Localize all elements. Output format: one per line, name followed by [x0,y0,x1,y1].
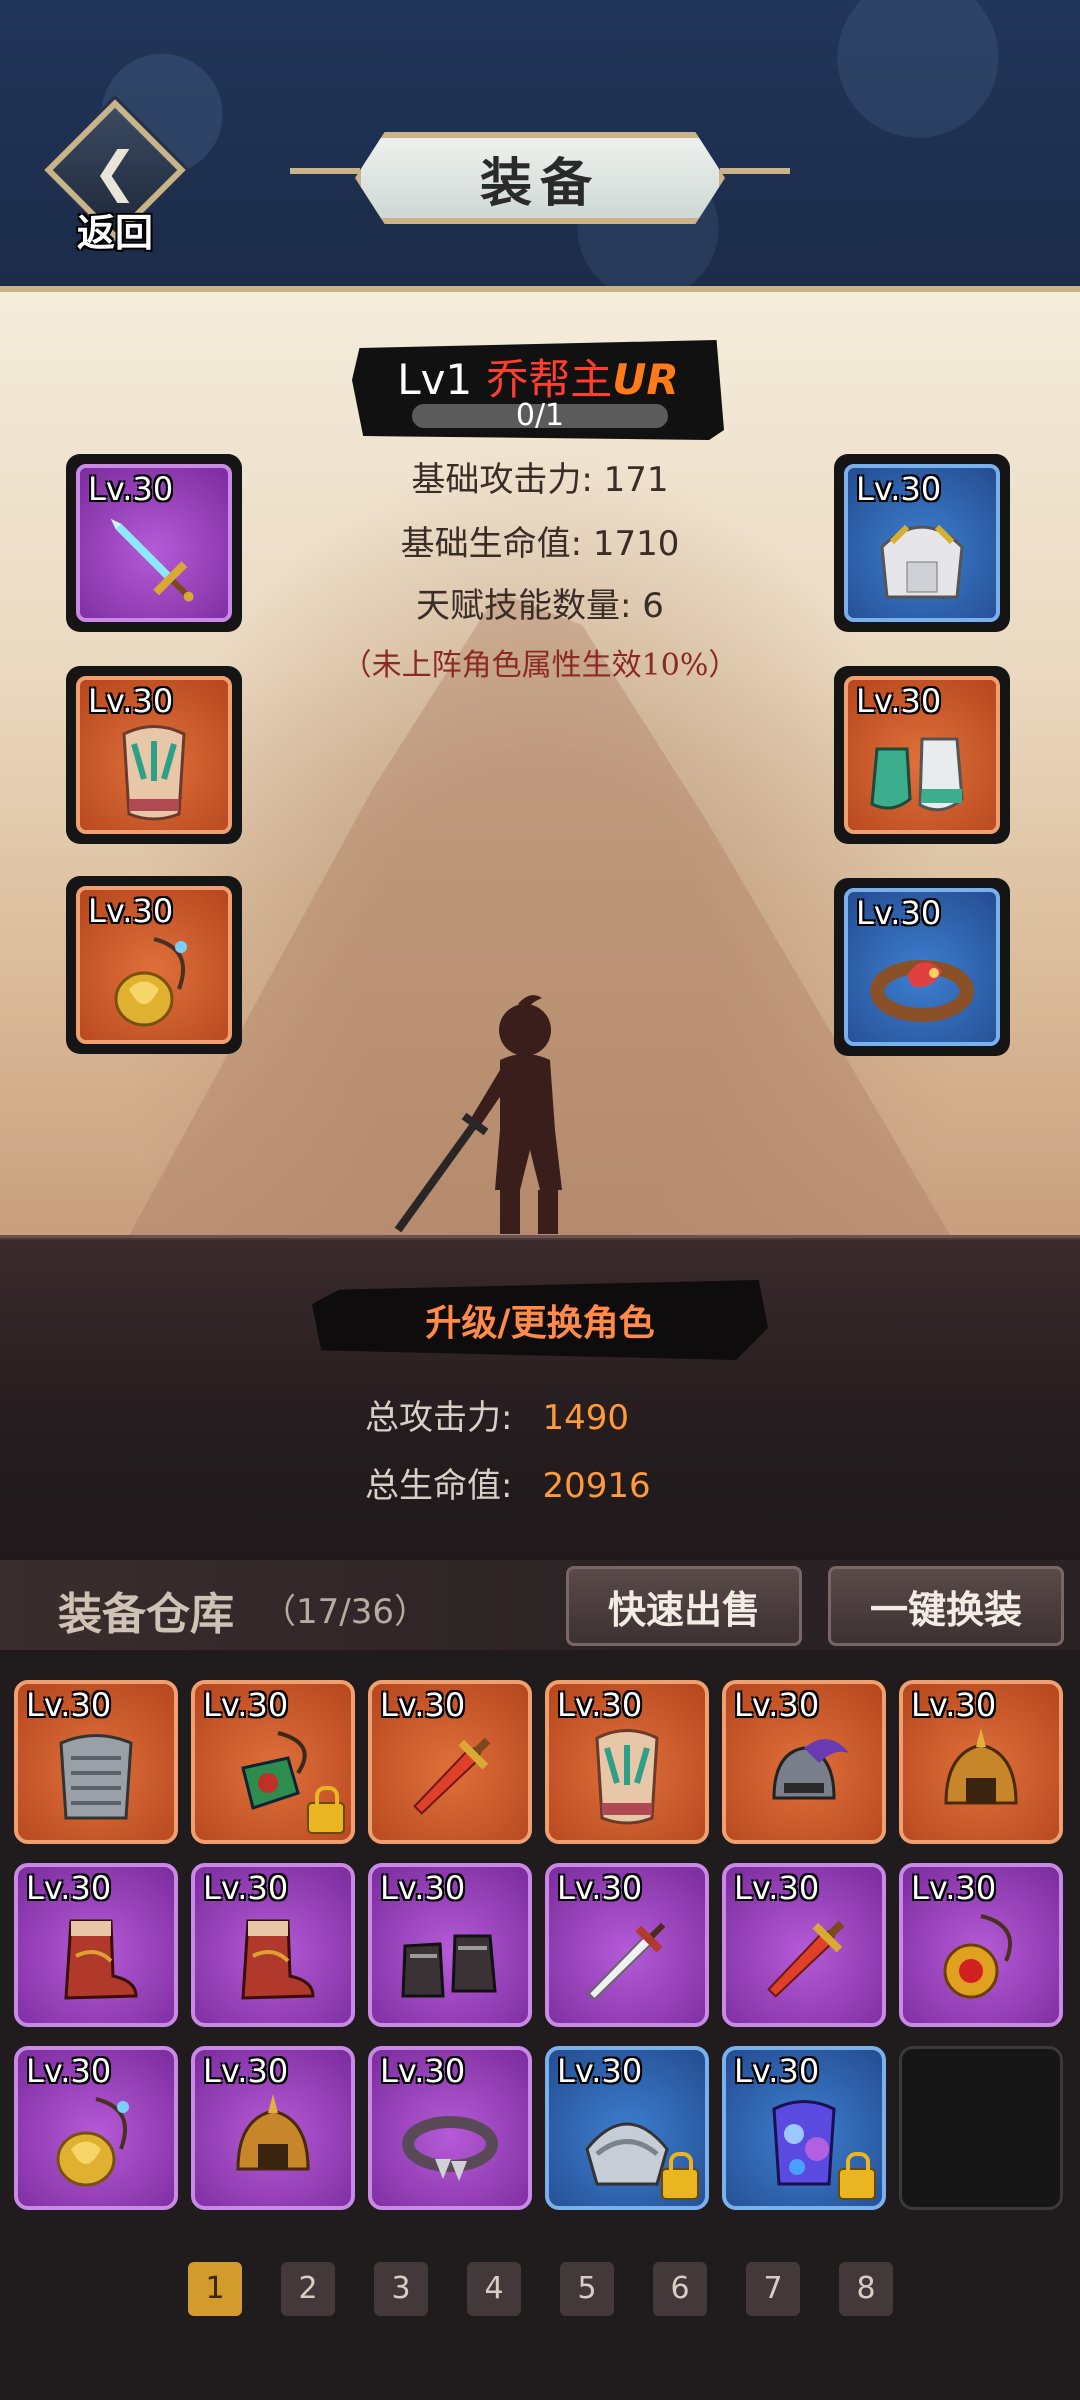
hero-rank-badge: UR [612,355,679,404]
equip-slot-frame: Lv.30 [844,464,1000,622]
boots-icon [18,1901,174,2021]
top-header: ❮ 返回 装备 [0,0,1080,292]
total-attack-value: 1490 [542,1398,629,1438]
inventory-item[interactable]: Lv.30 [722,2046,886,2210]
equip-slot-frame: Lv.30 [844,888,1000,1046]
lock-icon [661,2152,699,2200]
chest-armor-icon [549,1718,705,1838]
equip-slot-armor[interactable]: Lv.30 [66,666,242,844]
inactive-bonus-note: （未上阵角色属性生效10%） [341,648,739,683]
page-button[interactable]: 2 [281,2262,335,2316]
total-attack-label: 总攻击力: [365,1398,513,1438]
equip-slot-accessory[interactable]: Lv.30 [66,876,242,1054]
inventory-item[interactable]: Lv.30 [545,2046,709,2210]
quick-sell-button[interactable]: 快速出售 [566,1566,802,1646]
page-button[interactable]: 6 [653,2262,707,2316]
hero-name: 乔帮主 [486,355,613,404]
page-button[interactable]: 1 [188,2262,242,2316]
boots-icon [848,714,996,830]
equip-slot-frame: Lv.30 [76,886,232,1044]
amulet-icon [18,2084,174,2204]
total-hp-value: 20916 [542,1466,651,1506]
chainmail-icon [18,1718,174,1838]
spiked-ring-icon [372,2084,528,2204]
hero-level: Lv1 [397,355,473,404]
lock-icon [307,1786,345,1834]
total-attack: 总攻击力: 1490 [365,1390,629,1439]
base-attack-stat: 基础攻击力: 171 [411,460,669,500]
equip-slot-frame: Lv.30 [844,676,1000,834]
page-button[interactable]: 7 [746,2262,800,2316]
inventory-item[interactable]: Lv.30 [368,1680,532,1844]
amulet-icon [80,924,228,1040]
equip-slot-ring[interactable]: Lv.30 [834,878,1010,1056]
boots-icon [195,1901,351,2021]
quick-sell-label: 快速出售 [607,1586,760,1632]
ring-icon [848,926,996,1042]
gold-helmet-icon [903,1718,1059,1838]
one-click-equip-button[interactable]: 一键换装 [828,1566,1064,1646]
inventory-item[interactable]: Lv.30 [545,1680,709,1844]
equip-slot-frame: Lv.30 [76,464,232,622]
upgrade-change-hero-button[interactable]: 升级/更换角色 [312,1280,768,1360]
equip-slot-frame: Lv.30 [76,676,232,834]
plumed-helmet-icon [726,1718,882,1838]
inventory-item[interactable]: Lv.30 [899,1680,1063,1844]
inventory-item[interactable]: Lv.30 [191,2046,355,2210]
title-plate: 装备 [355,132,725,224]
inventory-item[interactable]: Lv.30 [368,1863,532,2027]
title-ornament-left [290,168,360,174]
warehouse-capacity: （17/36） [262,1592,428,1632]
sword-icon [80,502,228,618]
total-hp-label: 总生命值: [365,1466,513,1506]
equip-slot-weapon[interactable]: Lv.30 [66,454,242,632]
chest-armor-icon [80,714,228,830]
lock-icon [838,2152,876,2200]
inventory-item[interactable]: Lv.30 [722,1680,886,1844]
inventory-item[interactable]: Lv.30 [899,1863,1063,2027]
red-sword-icon [372,1718,528,1838]
back-arrow-icon: ❮ [92,140,138,203]
inventory-empty-slot[interactable] [899,2046,1063,2210]
red-sword-icon [726,1901,882,2021]
dark-boots-icon [372,1901,528,2021]
title-ornament-right [720,168,790,174]
inventory-item[interactable]: Lv.30 [191,1863,355,2027]
upgrade-change-hero-label: 升级/更换角色 [425,1302,655,1344]
inventory-item[interactable]: Lv.30 [545,1863,709,2027]
inventory-item[interactable]: Lv.30 [14,1680,178,1844]
base-hp-stat: 基础生命值: 1710 [400,524,680,564]
back-button[interactable]: ❮ 返回 [44,99,186,255]
hero-silhouette [394,995,562,1234]
inventory-item[interactable]: Lv.30 [722,1863,886,2027]
talent-skill-count-stat: 天赋技能数量: 6 [416,586,664,626]
white-sword-icon [549,1901,705,2021]
shoulder-armor-icon [848,502,996,618]
page-button[interactable]: 4 [467,2262,521,2316]
total-hp: 总生命值: 20916 [365,1458,651,1507]
equip-slot-boots[interactable]: Lv.30 [834,666,1010,844]
inventory-item[interactable]: Lv.30 [14,2046,178,2210]
inventory-item[interactable]: Lv.30 [368,2046,532,2210]
hero-progress-text: 0/1 [515,398,565,433]
page-button[interactable]: 3 [374,2262,428,2316]
warehouse-title: 装备仓库 [58,1589,234,1640]
gem-necklace-icon [903,1901,1059,2021]
page-button[interactable]: 8 [839,2262,893,2316]
gold-helmet-icon [195,2084,351,2204]
page-title: 装备 [479,152,600,214]
page-button[interactable]: 5 [560,2262,614,2316]
one-click-equip-label: 一键换装 [869,1586,1022,1632]
inventory-item[interactable]: Lv.30 [14,1863,178,2027]
inventory-item[interactable]: Lv.30 [191,1680,355,1844]
equip-slot-shoulder[interactable]: Lv.30 [834,454,1010,632]
back-label: 返回 [76,211,153,255]
